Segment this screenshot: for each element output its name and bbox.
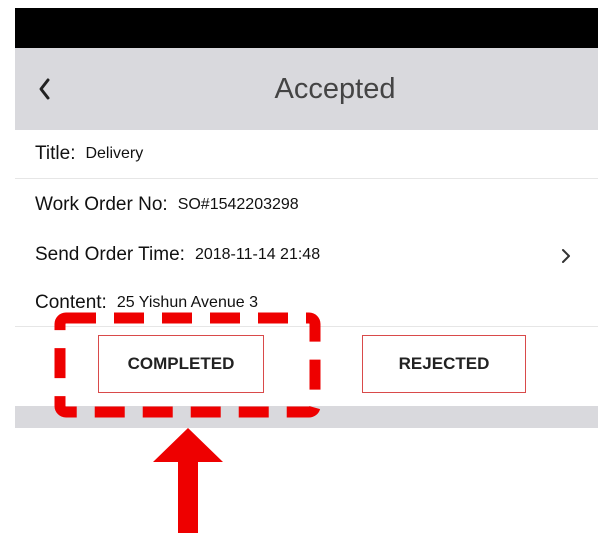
app-screen: Accepted Title: Delivery Work Order No: … [0, 0, 598, 533]
work-order-label: Work Order No: [35, 194, 168, 215]
header-bar: Accepted [15, 48, 598, 130]
send-order-time-label: Send Order Time: [35, 244, 185, 265]
content-row: Content: 25 Yishun Avenue 3 [15, 280, 598, 327]
bottom-divider [15, 406, 598, 428]
send-order-time-value: 2018-11-14 21:48 [194, 246, 321, 263]
completed-button[interactable]: COMPLETED [98, 335, 264, 393]
chevron-right-icon [560, 247, 572, 265]
work-order-row: Work Order No: SO#1542203298 [15, 180, 598, 230]
content-value: 25 Yishun Avenue 3 [116, 294, 258, 311]
arrow-up-icon [153, 428, 223, 533]
chevron-left-icon [39, 78, 50, 100]
content-label: Content: [35, 292, 107, 313]
status-bar [15, 8, 598, 48]
send-order-time-row[interactable]: Send Order Time: 2018-11-14 21:48 [15, 230, 598, 280]
title-value: Delivery [85, 145, 144, 162]
back-button[interactable] [33, 74, 57, 104]
title-row: Title: Delivery [15, 130, 598, 179]
work-order-value: SO#1542203298 [177, 196, 299, 213]
page-title: Accepted [274, 73, 396, 105]
rejected-button[interactable]: REJECTED [362, 335, 526, 393]
title-label: Title: [35, 143, 76, 164]
